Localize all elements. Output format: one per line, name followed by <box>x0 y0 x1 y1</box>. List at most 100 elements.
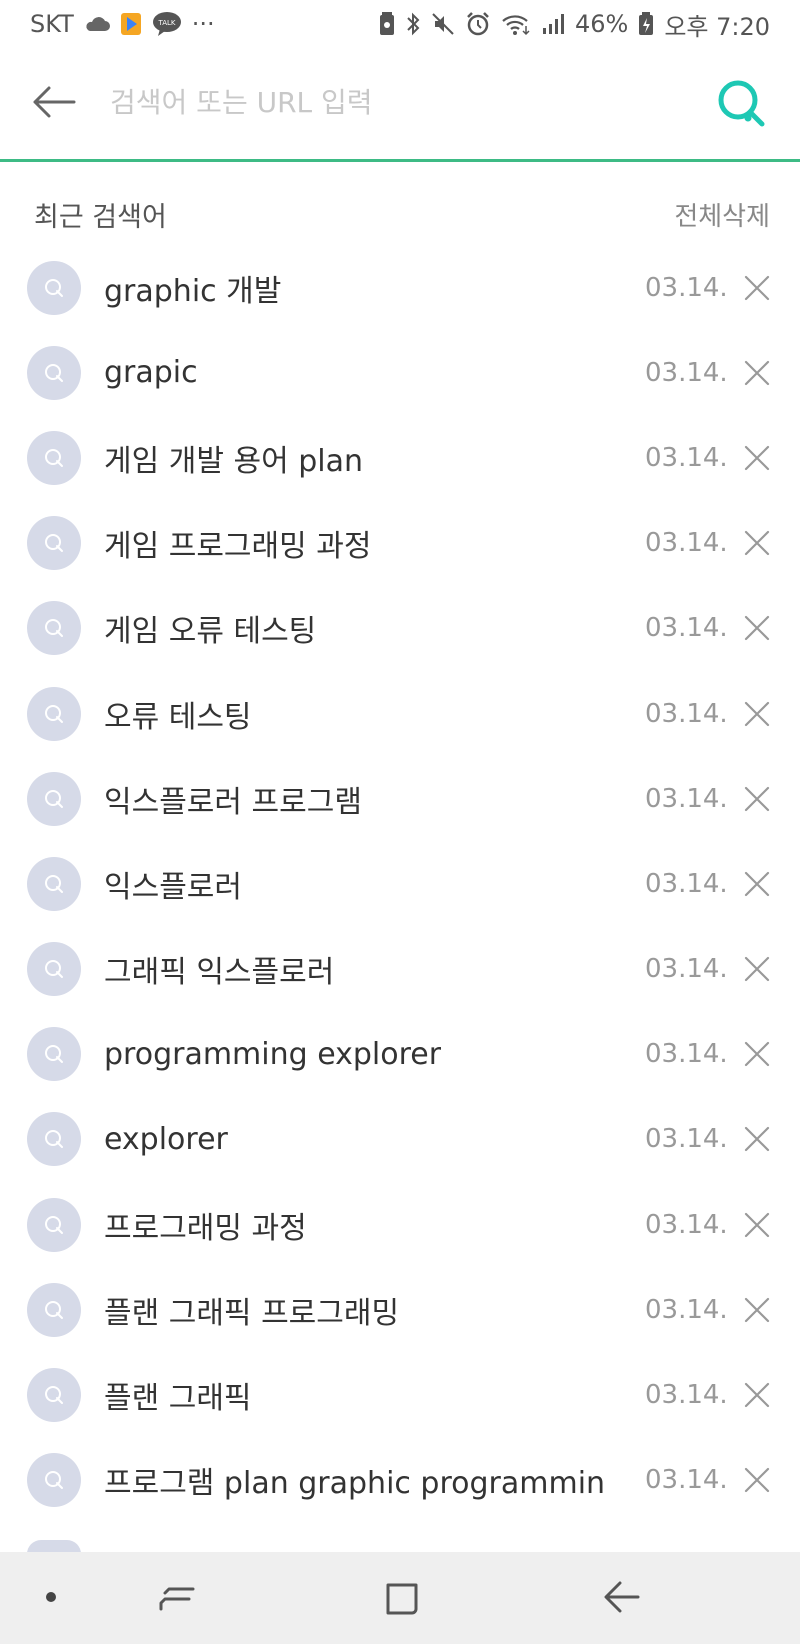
history-item[interactable]: 오류 테스팅 03.14. <box>0 671 800 756</box>
history-item-text[interactable]: 프로그램 plan graphic programming <box>104 1458 604 1502</box>
history-item[interactable]: 그래픽 익스플로러 03.14. <box>0 927 800 1012</box>
wifi-icon <box>501 12 531 36</box>
delete-history-button[interactable] <box>740 1293 774 1327</box>
history-item[interactable]: 플랜 그래픽 03.14. <box>0 1352 800 1437</box>
delete-history-button[interactable] <box>740 1037 774 1071</box>
history-item[interactable]: 익스플로러 프로그램 03.14. <box>0 756 800 841</box>
search-input[interactable] <box>110 76 670 128</box>
delete-history-button[interactable] <box>740 356 774 390</box>
history-item-date: 03.14. <box>645 1209 728 1240</box>
history-search-icon <box>27 771 81 826</box>
close-icon <box>744 445 770 471</box>
status-bar-left: SKT TALK ··· <box>30 10 215 38</box>
back-nav-icon <box>604 1581 640 1613</box>
delete-history-button[interactable] <box>740 1122 774 1156</box>
search-button[interactable] <box>710 72 774 136</box>
history-search-icon <box>27 942 81 997</box>
home-button[interactable] <box>380 1572 424 1622</box>
status-bar: SKT TALK ··· 46% 오후 7:20 <box>0 0 800 48</box>
back-button[interactable] <box>28 80 80 124</box>
delete-history-button[interactable] <box>740 526 774 560</box>
history-item-date: 03.14. <box>645 613 728 644</box>
history-item-text[interactable]: graphic 개발 <box>104 266 281 310</box>
history-item-text[interactable]: 게임 오류 테스팅 <box>104 606 316 650</box>
history-item-text[interactable]: 익스플로러 <box>104 862 242 906</box>
history-item-date: 03.14. <box>645 954 728 985</box>
recent-searches-header: 최근 검색어 전체삭제 <box>0 190 800 238</box>
history-item-text[interactable]: explorer <box>104 1122 228 1157</box>
history-item[interactable]: 프로그램 plan graphic programming 03.14. <box>0 1438 800 1523</box>
history-item[interactable]: graphic 개발 03.14. <box>0 245 800 330</box>
close-icon <box>744 1468 770 1493</box>
kakaotalk-icon: TALK <box>152 11 182 37</box>
history-search-icon <box>27 1453 81 1508</box>
back-nav-button[interactable] <box>600 1572 644 1622</box>
clear-all-button[interactable]: 전체삭제 <box>674 196 770 233</box>
history-item-date: 03.14. <box>645 698 728 729</box>
battery-saver-icon <box>379 12 395 36</box>
history-item[interactable]: 프로그래밍 과정 03.14. <box>0 1182 800 1267</box>
history-item-text[interactable]: 프로그래밍 과정 <box>104 1203 307 1247</box>
history-item-date: 03.14. <box>645 1124 728 1155</box>
history-item[interactable]: 게임 프로그래밍 과정 03.14. <box>0 501 800 586</box>
battery-charging-icon <box>638 12 654 36</box>
delete-history-button[interactable] <box>740 271 774 305</box>
close-icon <box>744 275 770 300</box>
history-item-text[interactable]: 게임 개발 용어 plan <box>104 436 363 480</box>
delete-history-button[interactable] <box>740 782 774 816</box>
history-search-icon <box>27 686 81 741</box>
back-arrow-icon <box>33 86 76 118</box>
signal-icon <box>541 12 565 36</box>
close-icon <box>744 360 770 385</box>
history-item[interactable]: grapic 03.14. <box>0 330 800 415</box>
history-search-icon <box>27 260 81 315</box>
history-item-text[interactable]: 오류 테스팅 <box>104 692 252 736</box>
history-item[interactable]: programming explorer 03.14. <box>0 1012 800 1097</box>
history-search-icon <box>27 1282 81 1337</box>
recent-searches-title: 최근 검색어 <box>34 201 167 233</box>
history-item-text[interactable]: programming explorer <box>104 1037 441 1072</box>
delete-history-button[interactable] <box>740 1378 774 1412</box>
more-notifications-icon: ··· <box>191 10 215 38</box>
history-search-icon <box>27 1197 81 1252</box>
clock: 오후 7:20 <box>664 12 770 41</box>
history-item-date: 03.14. <box>645 357 728 388</box>
history-item-date: 03.14. <box>645 1294 728 1325</box>
delete-history-button[interactable] <box>740 867 774 901</box>
history-item-text[interactable]: 플랜 그래픽 <box>104 1373 252 1417</box>
browser-search-screen: SKT TALK ··· 46% 오후 7:20 검색어 또는 URL 입력 최… <box>0 0 800 1644</box>
history-item-date: 03.14. <box>645 783 728 814</box>
close-icon <box>744 786 770 811</box>
history-item[interactable]: 게임 개발 용어 plan 03.14. <box>0 415 800 500</box>
recent-apps-button[interactable] <box>155 1572 199 1622</box>
delete-history-button[interactable] <box>740 697 774 731</box>
nav-dot-button[interactable] <box>40 1586 62 1608</box>
history-item-text[interactable]: 익스플로러 프로그램 <box>104 777 362 821</box>
delete-history-button[interactable] <box>740 952 774 986</box>
history-item-date: 03.14. <box>645 1380 728 1411</box>
delete-history-button[interactable] <box>740 1208 774 1242</box>
home-icon <box>386 1583 418 1615</box>
history-item[interactable]: explorer 03.14. <box>0 1097 800 1182</box>
history-item-text[interactable]: 플랜 그래픽 프로그래밍 <box>104 1288 399 1332</box>
history-item-text[interactable]: grapic <box>104 355 198 390</box>
delete-history-button[interactable] <box>740 1463 774 1497</box>
delete-history-button[interactable] <box>740 611 774 645</box>
history-item[interactable]: 게임 오류 테스팅 03.14. <box>0 586 800 671</box>
history-item[interactable]: 플랜 그래픽 프로그래밍 03.14. <box>0 1267 800 1352</box>
history-search-icon <box>27 516 81 571</box>
history-search-icon <box>27 856 81 911</box>
bluetooth-icon <box>405 12 421 36</box>
history-item[interactable]: 익스플로러 03.14. <box>0 841 800 926</box>
recent-searches-list: graphic 개발 03.14. grapic 03.14. 게임 개발 용어 pla… <box>0 245 800 1523</box>
mute-icon <box>431 12 455 36</box>
cloud-icon <box>84 16 110 32</box>
history-item-text[interactable]: 게임 프로그래밍 과정 <box>104 521 371 565</box>
history-search-icon <box>27 1027 81 1082</box>
carrier-label: SKT <box>30 10 74 38</box>
battery-percent: 46% <box>574 10 629 38</box>
history-search-icon <box>27 1368 81 1423</box>
delete-history-button[interactable] <box>740 441 774 475</box>
dot-icon <box>46 1592 56 1602</box>
history-item-text[interactable]: 그래픽 익스플로러 <box>104 947 334 991</box>
